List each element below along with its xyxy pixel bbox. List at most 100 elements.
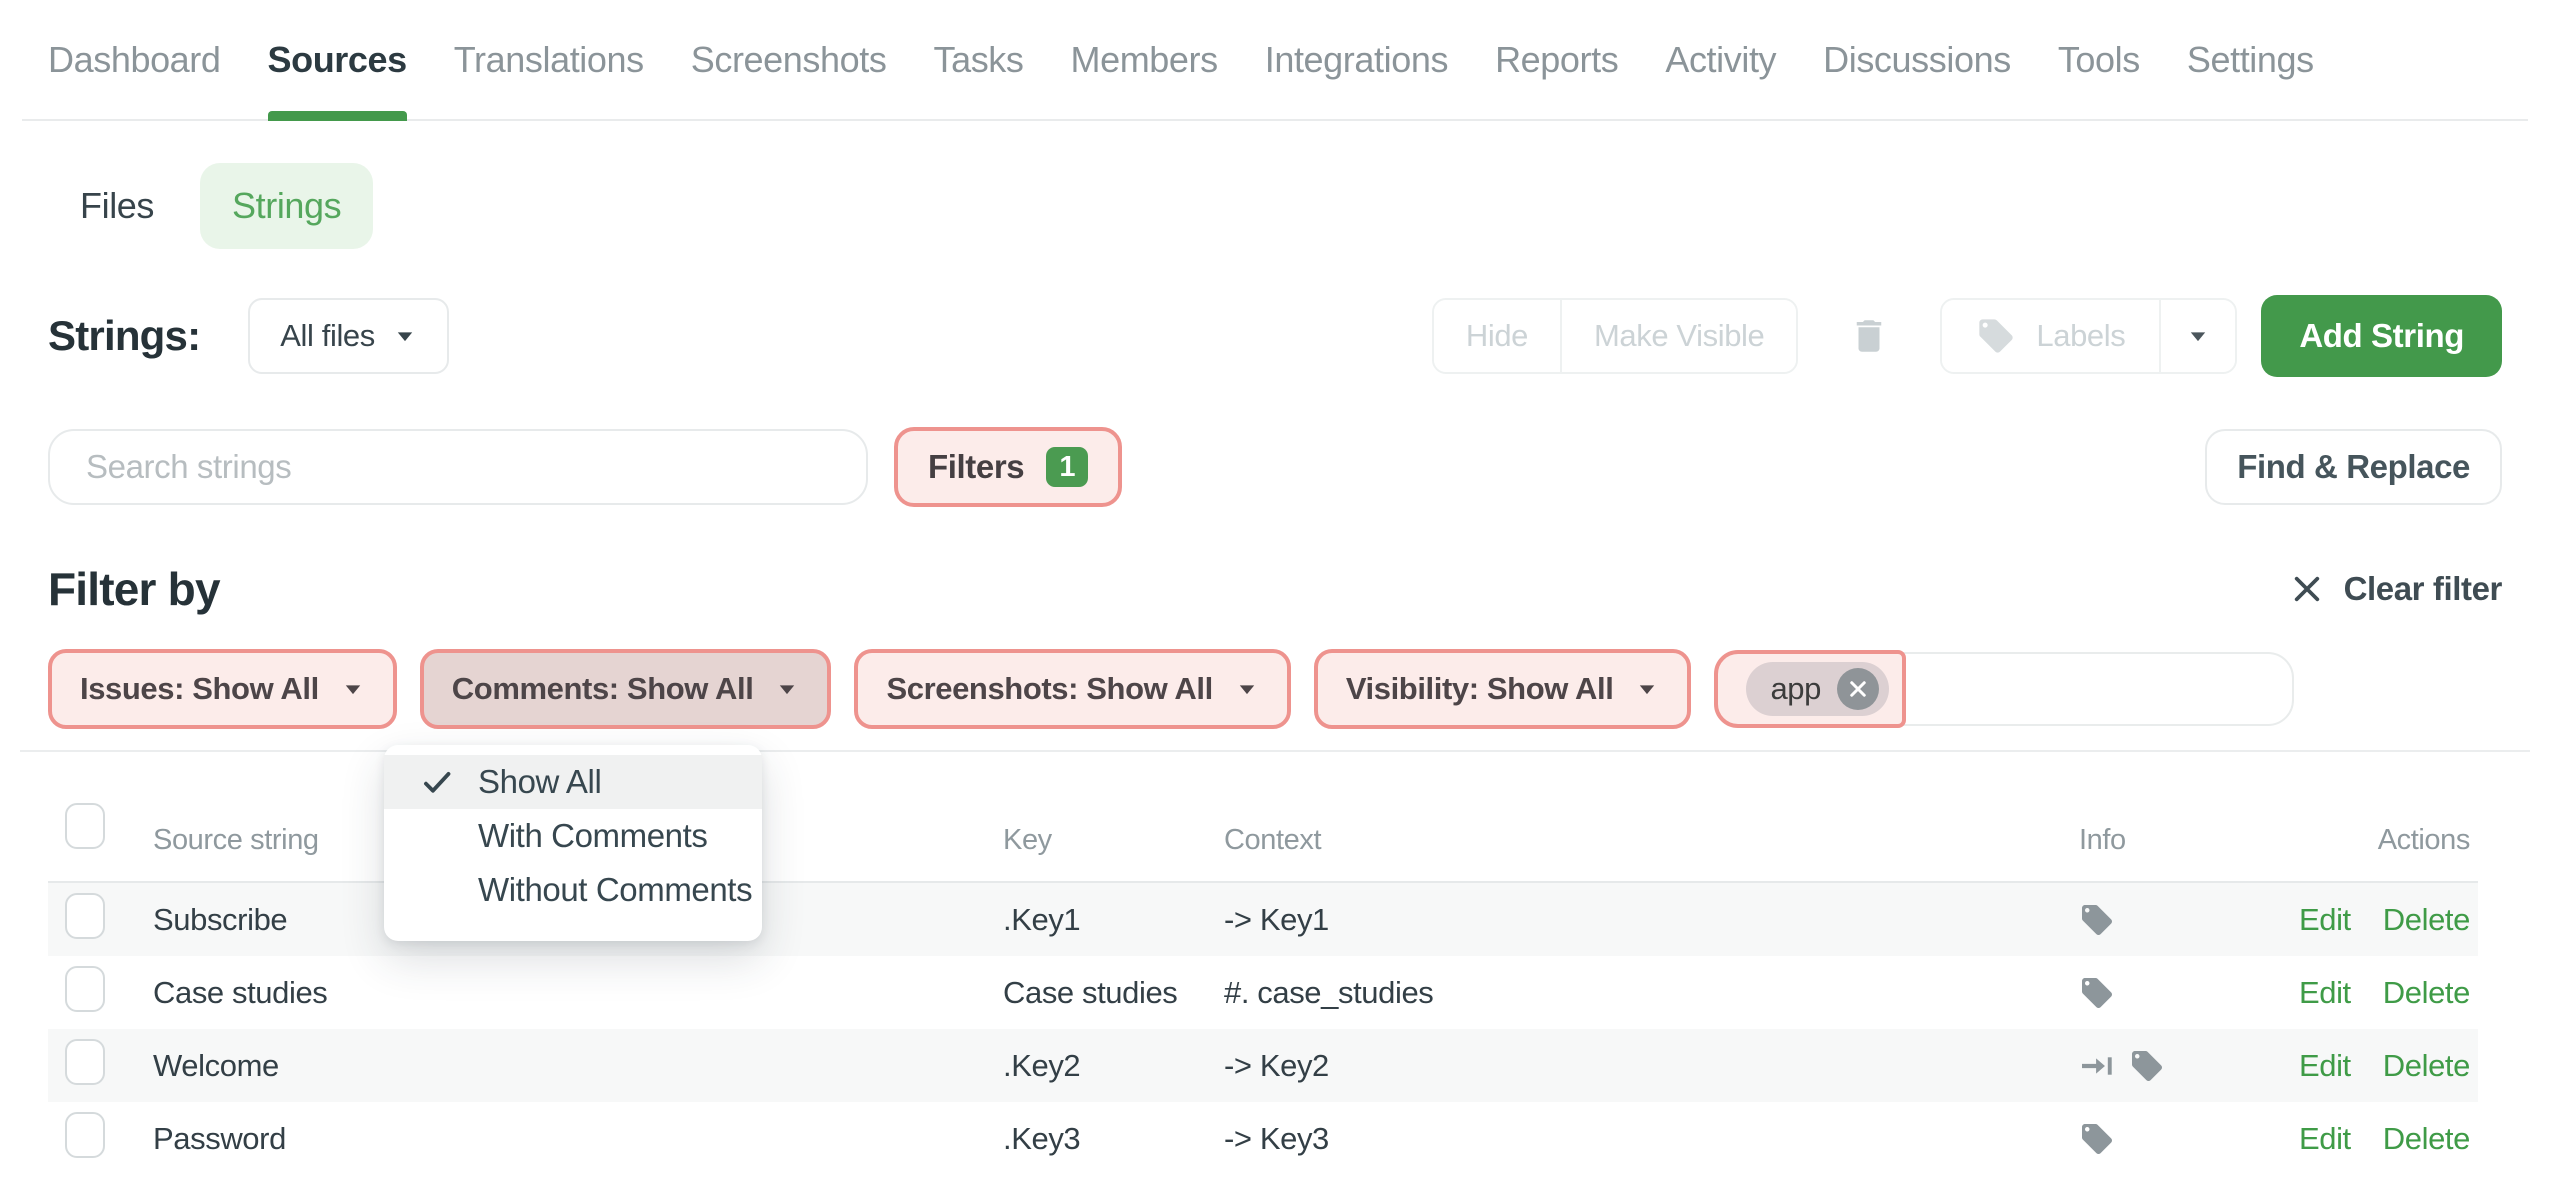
- cell-info: [2029, 1121, 2242, 1157]
- cell-context: #. case_studies: [1224, 975, 2029, 1011]
- nav-item-integrations[interactable]: Integrations: [1265, 0, 1448, 119]
- filters-button-label: Filters: [928, 448, 1024, 486]
- table-row-welcome: Welcome.Key2-> Key2 Edit Delete: [48, 1029, 2478, 1102]
- cell-key: .Key2: [1003, 1048, 1224, 1084]
- labels-button-group: Labels: [1940, 298, 2237, 374]
- nav-item-discussions[interactable]: Discussions: [1823, 0, 2011, 119]
- cell-source-string: Case studies: [153, 975, 1003, 1011]
- label-chip: app: [1746, 662, 1889, 716]
- caret-down-icon: [2186, 324, 2210, 348]
- caret-down-icon: [341, 677, 365, 701]
- filter-button-screenshots[interactable]: Screenshots: Show All: [854, 649, 1290, 729]
- column-header-info: Info: [2029, 824, 2242, 857]
- find-replace-button[interactable]: Find & Replace: [2205, 429, 2502, 505]
- nav-item-sources[interactable]: Sources: [268, 0, 407, 119]
- delete-link[interactable]: Delete: [2383, 902, 2470, 938]
- filter-button-comments[interactable]: Comments: Show All: [420, 649, 832, 729]
- delete-link[interactable]: Delete: [2383, 975, 2470, 1011]
- add-string-button[interactable]: Add String: [2261, 295, 2502, 377]
- search-strings-input[interactable]: [48, 429, 868, 505]
- nav-item-dashboard[interactable]: Dashboard: [48, 0, 221, 119]
- nav-item-settings[interactable]: Settings: [2187, 0, 2314, 119]
- cell-key: .Key3: [1003, 1121, 1224, 1157]
- cell-context: -> Key1: [1224, 902, 2029, 938]
- column-header-key: Key: [1003, 824, 1224, 857]
- table-row-password: Password.Key3-> Key3 Edit Delete: [48, 1102, 2478, 1175]
- label-chip-text: app: [1770, 671, 1821, 707]
- cell-context: -> Key3: [1224, 1121, 2029, 1157]
- cell-actions: Edit Delete: [2242, 902, 2478, 938]
- edit-link[interactable]: Edit: [2299, 902, 2351, 938]
- select-all-checkbox[interactable]: [65, 803, 105, 849]
- remove-label-chip-button[interactable]: [1837, 668, 1879, 710]
- close-icon: [2292, 574, 2322, 604]
- row-checkbox[interactable]: [65, 893, 105, 939]
- file-filter-value: All files: [280, 318, 375, 354]
- cell-actions: Edit Delete: [2242, 975, 2478, 1011]
- nav-item-tools[interactable]: Tools: [2058, 0, 2140, 119]
- search-row: Filters 1 Find & Replace: [48, 427, 2502, 507]
- labels-button[interactable]: Labels: [1942, 300, 2159, 372]
- caret-down-icon: [1235, 677, 1259, 701]
- source-subtabs: FilesStrings: [48, 163, 2550, 249]
- cell-actions: Edit Delete: [2242, 1048, 2478, 1084]
- tag-icon: [2079, 975, 2115, 1011]
- tag-icon: [2079, 902, 2115, 938]
- caret-down-icon: [775, 677, 799, 701]
- cell-source-string: Welcome: [153, 1048, 1003, 1084]
- labels-dropdown-toggle[interactable]: [2159, 300, 2235, 372]
- strings-toolbar: Strings: All files Hide Make Visible Lab…: [48, 295, 2502, 377]
- nav-item-tasks[interactable]: Tasks: [933, 0, 1023, 119]
- subtab-files[interactable]: Files: [48, 163, 186, 249]
- strings-page: Dashboard Sources Translations Screenshots T…: [0, 0, 2550, 1187]
- page-title: Strings:: [48, 312, 200, 360]
- clear-filter-button[interactable]: Clear filter: [2292, 570, 2502, 608]
- filters-button[interactable]: Filters 1: [894, 427, 1122, 507]
- filter-button-visibility[interactable]: Visibility: Show All: [1314, 649, 1692, 729]
- edit-link[interactable]: Edit: [2299, 1048, 2351, 1084]
- filters-count-badge: 1: [1046, 447, 1088, 487]
- label-filter-input[interactable]: app: [1714, 652, 2294, 726]
- cell-key: .Key1: [1003, 902, 1224, 938]
- checkmark-icon: [420, 765, 454, 799]
- filters-row: Issues: Show All Comments: Show All Screen…: [48, 649, 2502, 729]
- comments-filter-dropdown: Show AllWith CommentsWithout Comments: [384, 745, 762, 941]
- edit-link[interactable]: Edit: [2299, 1121, 2351, 1157]
- nav-item-activity[interactable]: Activity: [1665, 0, 1776, 119]
- cell-source-string: Password: [153, 1121, 1003, 1157]
- delete-link[interactable]: Delete: [2383, 1121, 2470, 1157]
- label-filter-active-segment: app: [1714, 650, 1906, 728]
- filter-button-issues[interactable]: Issues: Show All: [48, 649, 397, 729]
- edit-link[interactable]: Edit: [2299, 975, 2351, 1011]
- caret-down-icon: [1635, 677, 1659, 701]
- filter-button-label: Comments: Show All: [452, 671, 754, 707]
- filter-button-label: Visibility: Show All: [1346, 671, 1614, 707]
- trash-icon: [1848, 313, 1890, 359]
- cell-key: Case studies: [1003, 975, 1224, 1011]
- arrow-bar-icon: [2079, 1048, 2115, 1084]
- cell-info: [2029, 975, 2242, 1011]
- row-checkbox[interactable]: [65, 1112, 105, 1158]
- hide-button[interactable]: Hide: [1434, 300, 1560, 372]
- delete-strings-button[interactable]: [1848, 313, 1890, 359]
- row-checkbox[interactable]: [65, 1039, 105, 1085]
- nav-item-screenshots[interactable]: Screenshots: [691, 0, 887, 119]
- nav-item-members[interactable]: Members: [1071, 0, 1218, 119]
- dropdown-item-with-comments[interactable]: With Comments: [384, 809, 762, 863]
- dropdown-item-show-all[interactable]: Show All: [384, 755, 762, 809]
- dropdown-item-without-comments[interactable]: Without Comments: [384, 863, 762, 917]
- toolbar-right: Hide Make Visible Labels Add String: [1432, 295, 2502, 377]
- row-checkbox[interactable]: [65, 966, 105, 1012]
- filter-by-row: Filter by Clear filter: [48, 565, 2502, 613]
- delete-link[interactable]: Delete: [2383, 1048, 2470, 1084]
- tag-icon: [1976, 316, 2016, 356]
- make-visible-button[interactable]: Make Visible: [1560, 300, 1796, 372]
- file-filter-dropdown[interactable]: All files: [248, 298, 449, 374]
- subtab-strings[interactable]: Strings: [200, 163, 373, 249]
- nav-item-reports[interactable]: Reports: [1495, 0, 1618, 119]
- filter-button-label: Issues: Show All: [80, 671, 319, 707]
- visibility-button-group: Hide Make Visible: [1432, 298, 1799, 374]
- tag-icon: [2079, 1121, 2115, 1157]
- nav-item-translations[interactable]: Translations: [454, 0, 644, 119]
- cell-context: -> Key2: [1224, 1048, 2029, 1084]
